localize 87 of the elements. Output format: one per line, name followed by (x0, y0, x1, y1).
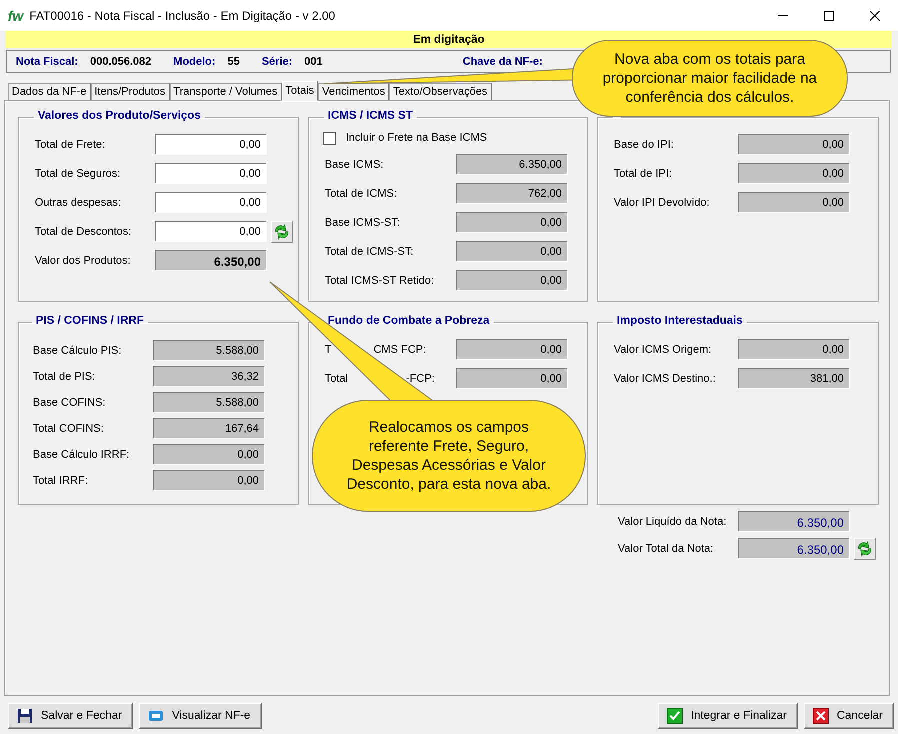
value-field: 0,00 (456, 368, 568, 389)
field-label: Total de Seguros: (35, 168, 121, 180)
value-field: 0,00 (153, 470, 265, 491)
group-title: Imposto Interestaduais (617, 315, 743, 327)
window-title: FAT00016 - Nota Fiscal - Inclusão - Em Digitação - v 2.00 (30, 8, 336, 22)
header-label: Chave da NF-e: (462, 56, 543, 68)
value-field: 0,00 (456, 339, 568, 360)
close-icon[interactable] (870, 10, 880, 20)
field-label: -FCP: (406, 372, 435, 384)
value-field: 381,00 (738, 368, 850, 389)
recalculate-button[interactable] (854, 538, 876, 560)
arrows-icon (856, 540, 874, 558)
group-title: PIS / COFINS / IRRF (36, 315, 144, 327)
arrows-icon (273, 222, 291, 240)
app-logo: fw (8, 8, 24, 24)
value-field: 6.350,00 (456, 154, 568, 175)
group-title: Valores dos Produto/Serviços (38, 110, 201, 122)
field-label: Total de Frete: (35, 138, 106, 150)
field-label: Total IRRF: (33, 474, 88, 486)
input-field[interactable]: 0,00 (155, 192, 267, 213)
value-field: 5.588,00 (153, 340, 265, 361)
header-label: Série: (262, 56, 293, 68)
value-field: 0,00 (456, 212, 568, 233)
tab[interactable]: Transporte / Volumes (170, 83, 282, 100)
group-title: ICMS / ICMS ST (328, 110, 413, 122)
maximize-icon[interactable] (824, 10, 834, 20)
field-label: Total de Descontos: (35, 226, 132, 238)
field-label: Base COFINS: (33, 396, 106, 408)
header-label: Modelo: (174, 56, 216, 68)
field-label: Valor ICMS Destino.: (614, 372, 716, 384)
value-field: 6.350,00 (155, 250, 267, 271)
input-field[interactable]: 0,00 (155, 221, 267, 242)
value-field: 0,00 (153, 444, 265, 465)
field-label: Valor IPI Devolvido: (614, 196, 710, 208)
value-field: 762,00 (456, 183, 568, 204)
field-label: Total de ICMS-ST: (325, 246, 414, 258)
field-label: Valor Total da Nota: (618, 542, 715, 554)
input-field[interactable]: 0,00 (155, 163, 267, 184)
action-button[interactable]: Integrar e Finalizar (658, 703, 798, 729)
recalculate-button[interactable] (271, 220, 293, 242)
cancel-button[interactable]: Cancelar (804, 703, 894, 729)
value-field: 0,00 (738, 134, 850, 155)
callout-text: Realocamos os campos referente Frete, Seguro, Despesas Acessórias e Valor Desconto, para esta nova aba. (346, 418, 552, 494)
value-field: 6.350,00 (738, 511, 850, 532)
field-label: Base ICMS-ST: (325, 216, 400, 228)
checkbox[interactable] (323, 132, 336, 144)
value-field: 167,64 (153, 418, 265, 439)
field-label: Total de ICMS: (325, 188, 398, 200)
value-field: 36,32 (153, 366, 265, 387)
header-value: 55 (228, 56, 240, 68)
input-field[interactable]: 0,00 (155, 134, 267, 155)
field-label: Total de IPI: (614, 168, 672, 180)
callout-text: Nova aba com os totais para proporcionar maior facilidade na conferência dos cálculos. (602, 50, 818, 107)
document-icon (148, 708, 164, 724)
field-label: Valor ICMS Origem: (614, 344, 712, 356)
field-label: CMS FCP: (374, 344, 426, 356)
value-field: 6.350,00 (738, 538, 850, 559)
header-label: Nota Fiscal: (16, 56, 78, 68)
field-label: Base Cálculo IRRF: (33, 448, 130, 460)
value-field: 0,00 (738, 192, 850, 213)
field-label: Valor Liquído da Nota: (618, 516, 728, 528)
field-label: T (325, 344, 332, 356)
field-label: Outras despesas: (35, 196, 122, 208)
field-label: Total ICMS-ST Retido: (325, 274, 434, 286)
value-field: 5.588,00 (153, 392, 265, 413)
field-label: Base ICMS: (325, 158, 384, 170)
tab[interactable]: Itens/Produtos (90, 83, 170, 100)
action-button[interactable]: Salvar e Fechar (8, 703, 134, 729)
header-value: 001 (304, 56, 323, 68)
field-label: Total COFINS: (33, 422, 104, 434)
field-label: Total de PIS: (33, 370, 96, 382)
checkbox-label: Incluir o Frete na Base ICMS (346, 132, 488, 144)
tab[interactable]: Dados da NF-e (8, 83, 91, 100)
close-icon (812, 708, 829, 724)
group-title: Fundo de Combate a Pobreza (328, 315, 490, 327)
field-label: Base do IPI: (614, 138, 674, 150)
field-label: Total (325, 372, 348, 384)
action-button[interactable]: Visualizar NF-e (139, 703, 262, 729)
value-field: 0,00 (456, 270, 568, 291)
value-field: 0,00 (456, 241, 568, 262)
field-label: Base Cálculo PIS: (33, 344, 122, 356)
check-icon (667, 708, 684, 724)
header-value: 000.056.082 (90, 56, 152, 68)
field-label: Valor dos Produtos: (35, 254, 131, 266)
tab[interactable]: Totais (282, 81, 318, 101)
value-field: 0,00 (738, 163, 850, 184)
value-field: 0,00 (738, 339, 850, 360)
